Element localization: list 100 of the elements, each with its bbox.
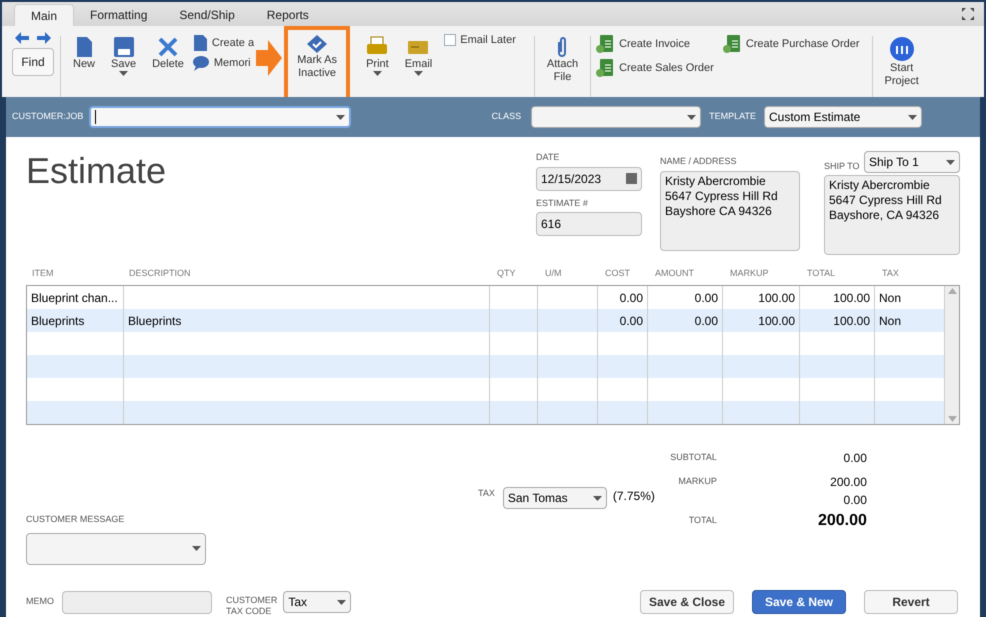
forward-arrow-icon[interactable]: [37, 32, 51, 44]
delete-button[interactable]: Delete: [144, 32, 192, 71]
table-cell-text: Blueprints: [128, 312, 182, 330]
customer-job-field[interactable]: [89, 106, 352, 128]
copy-icon: [192, 34, 208, 52]
column-header: DESCRIPTION: [128, 267, 192, 280]
ship-to-dropdown[interactable]: Ship To 1: [864, 151, 960, 173]
class-dropdown[interactable]: [531, 106, 702, 128]
tax-label: TAX: [478, 487, 495, 500]
memorize-button[interactable]: Memori: [192, 55, 254, 72]
markup-label: MARKUP: [677, 475, 717, 488]
tab[interactable]: Formatting: [74, 4, 164, 26]
create-purchase-order-button[interactable]: Create Purchase Order: [722, 32, 860, 54]
dropdown-caret-icon: [414, 71, 423, 76]
dropdown-caret-icon: [119, 71, 128, 76]
pointer-arrow-icon: [256, 40, 282, 76]
tab[interactable]: Reports: [250, 4, 325, 26]
column-header: U/M: [544, 267, 562, 280]
column-header: TAX: [881, 267, 900, 280]
column-header: COST: [604, 267, 632, 280]
column-header: QTY: [496, 267, 517, 280]
total-value: 200.00: [816, 511, 867, 531]
column-header: ITEM: [31, 267, 54, 280]
table-cell-text: 0.00: [620, 312, 643, 330]
sales-order-icon: [595, 58, 616, 78]
tax-item-dropdown[interactable]: San Tomas: [502, 487, 607, 509]
dropdown-caret-icon: [908, 114, 917, 120]
back-arrow-icon[interactable]: [15, 32, 29, 44]
dropdown-caret-icon: [337, 600, 346, 604]
create-copy-button[interactable]: Create a: [192, 34, 254, 52]
tax-rate: (7.75%): [612, 488, 655, 505]
date-label: DATE: [536, 151, 560, 164]
tax-code-dropdown[interactable]: Tax: [283, 591, 352, 613]
tab[interactable]: Main: [14, 4, 74, 26]
template-label: TEMPLATE: [709, 110, 756, 124]
table-cell-text: Blueprint chan...: [31, 290, 118, 306]
table-cell-text: Blueprints: [31, 312, 84, 330]
table-cell-text: 0.00: [620, 290, 643, 306]
table-cell-text: 100.00: [833, 290, 870, 306]
markup-value: 200.00: [829, 474, 867, 491]
dropdown-caret-icon: [372, 71, 382, 76]
memo-label: MEMO: [26, 595, 54, 608]
estimate-number-label: ESTIMATE #: [536, 196, 589, 210]
subtotal-value: 0.00: [842, 450, 867, 467]
email-button[interactable]: Email: [396, 32, 440, 76]
table-cell-text: 100.00: [758, 312, 795, 330]
scroll-down-icon[interactable]: [948, 416, 956, 422]
start-project-button[interactable]: Start Project: [876, 32, 927, 88]
date-field[interactable]: 12/15/2023: [536, 166, 642, 190]
check-icon: [306, 34, 328, 54]
form-title: Estimate: [26, 153, 166, 193]
table-cell-text: 100.00: [833, 312, 870, 330]
table-cell-text: 100.00: [758, 290, 795, 306]
customer-job-label: CUSTOMER:JOB: [12, 110, 84, 124]
total-label: TOTAL: [688, 514, 717, 528]
dropdown-caret-icon: [192, 546, 201, 551]
create-invoice-button[interactable]: Create Invoice: [595, 34, 714, 54]
save-button[interactable]: Save: [103, 32, 144, 76]
speech-bubble-icon: [192, 55, 210, 72]
invoice-icon: [595, 34, 616, 54]
find-button[interactable]: Find: [12, 48, 54, 76]
template-dropdown[interactable]: Custom Estimate: [764, 106, 922, 128]
dropdown-caret-icon: [687, 114, 696, 120]
tax-value: 0.00: [842, 492, 867, 509]
purchase-order-icon: [722, 34, 742, 54]
scroll-up-icon[interactable]: [948, 288, 956, 294]
ship-to-label: SHIP TO: [824, 160, 860, 172]
dropdown-caret-icon: [592, 496, 602, 500]
table-cell-text: Non: [879, 290, 902, 306]
dropdown-caret-icon: [946, 160, 955, 164]
dropdown-caret-icon: [336, 114, 346, 120]
customer-message-dropdown[interactable]: [26, 532, 206, 564]
class-label: CLASS: [492, 110, 522, 124]
customer-message-label: CUSTOMER MESSAGE: [26, 513, 126, 526]
people-circle-icon: [888, 36, 915, 62]
table-cell-text: 0.00: [694, 290, 718, 306]
scrollbar[interactable]: [945, 286, 959, 424]
ship-to-field[interactable]: Kristy Abercrombie 5647 Cypress Hill Rd Bayshore, CA 94326: [824, 175, 960, 255]
action-button[interactable]: Revert: [864, 590, 958, 614]
column-header: AMOUNT: [654, 267, 695, 280]
table-cell-text: Non: [879, 312, 902, 330]
table-cell-text: 0.00: [694, 312, 718, 330]
create-sales-order-button[interactable]: Create Sales Order: [595, 58, 714, 78]
close-icon: [156, 36, 179, 58]
tab[interactable]: Send/Ship: [163, 4, 251, 26]
column-header: MARKUP: [729, 267, 770, 280]
memo-field[interactable]: [62, 590, 212, 614]
customer-tax-code-label: CUSTOMER TAX CODE: [226, 595, 278, 617]
expand-icon[interactable]: [962, 8, 974, 20]
column-header: TOTAL: [806, 267, 836, 280]
estimate-number-field[interactable]: 616: [536, 212, 642, 236]
new-button[interactable]: New: [65, 32, 104, 71]
name-address-label: NAME / ADDRESS: [660, 155, 738, 168]
email-later-checkbox[interactable]: Email Later: [444, 32, 516, 48]
subtotal-label: SUBTOTAL: [669, 451, 717, 464]
action-button[interactable]: Save & New: [752, 590, 846, 614]
attach-file-button[interactable]: Attach File: [538, 32, 586, 84]
name-address-field[interactable]: Kristy Abercrombie 5647 Cypress Hill Rd Bayshore CA 94326: [660, 170, 800, 250]
action-button[interactable]: Save & Close: [640, 590, 734, 614]
print-button[interactable]: Print: [358, 32, 397, 76]
